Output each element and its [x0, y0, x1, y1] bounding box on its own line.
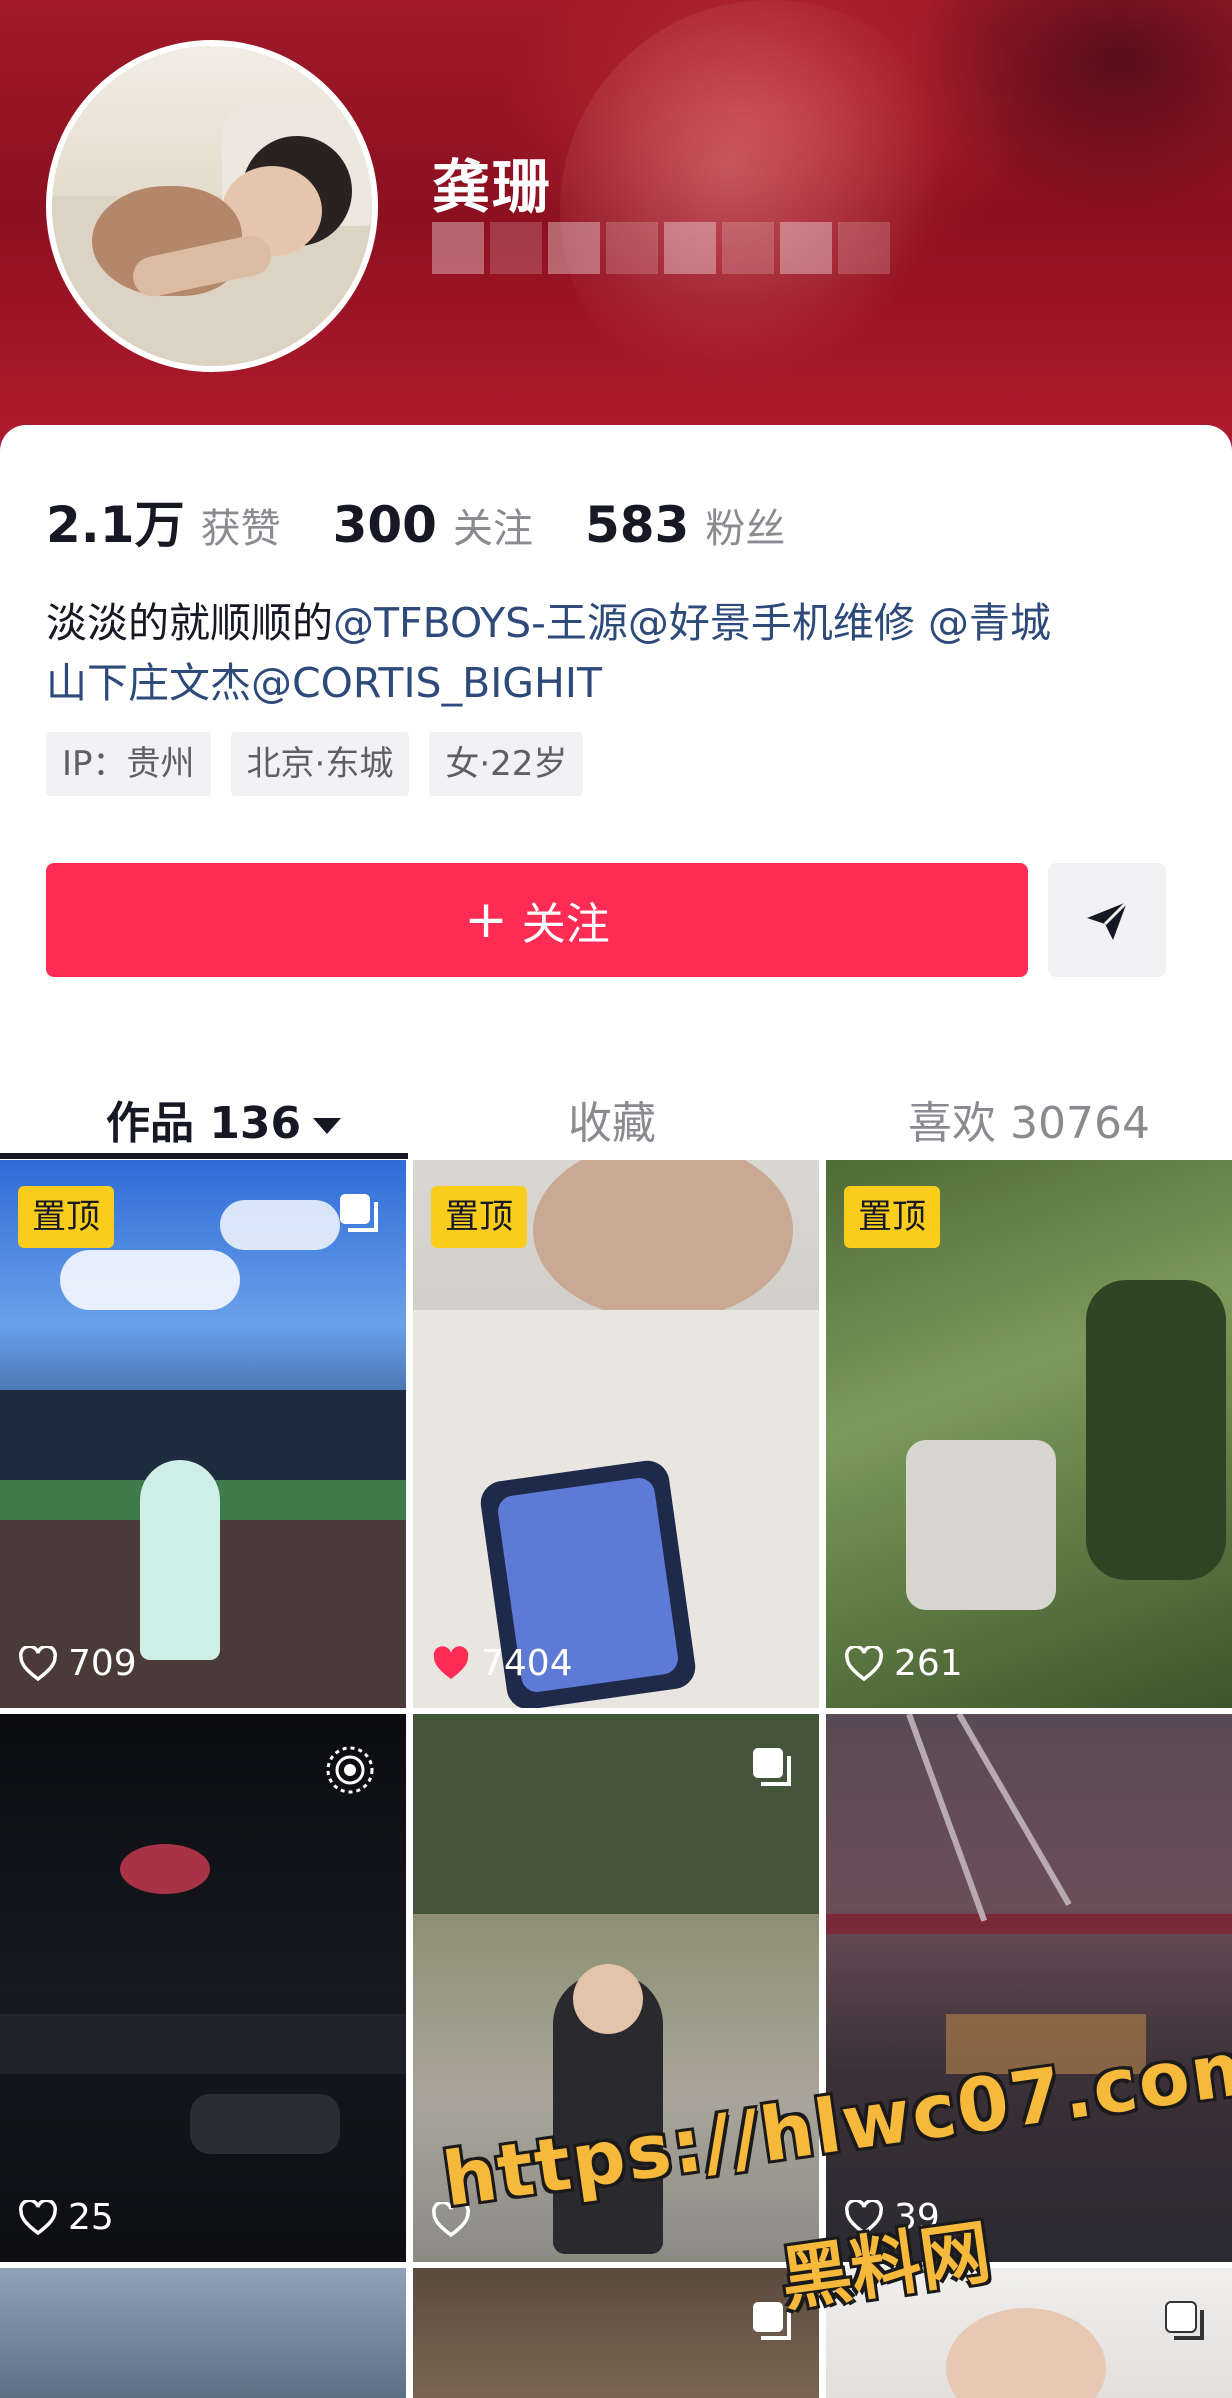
tag-gender-age: 女·22岁	[429, 732, 584, 796]
pinned-badge: 置顶	[431, 1186, 527, 1248]
tab-works[interactable]: 作品 136	[106, 1087, 342, 1151]
tag-location: 北京·东城	[230, 732, 410, 796]
follow-label: 关注	[521, 899, 610, 950]
stat-label: 关注	[452, 506, 533, 552]
caret-down-icon	[313, 1118, 342, 1134]
like-count-value: 7404	[481, 1643, 573, 1684]
blurred-user-id	[432, 222, 932, 274]
follow-button[interactable]: + 关注	[46, 863, 1028, 977]
heart-icon	[19, 1645, 57, 1681]
stat-followers[interactable]: 583 粉丝	[585, 496, 785, 554]
profile-bio: 淡淡的就顺顺的@TFBOYS-王源@好景手机维修 @青城 山下庄文杰@CORTI…	[46, 593, 1196, 713]
like-count-value: 261	[894, 1643, 963, 1684]
like-count: 261	[844, 1643, 963, 1684]
video-thumbnail[interactable]: 39	[826, 1714, 1232, 2262]
video-thumbnail[interactable]: 置顶 7404	[413, 1160, 819, 1708]
avatar[interactable]	[46, 40, 378, 372]
nickname: 龚珊	[432, 153, 553, 221]
stat-value: 2.1万	[46, 496, 185, 554]
tab-active-underline	[0, 1153, 408, 1159]
tab-works-label: 作品 136	[106, 1098, 302, 1149]
stat-value: 300	[332, 496, 437, 554]
video-thumbnail[interactable]: 置顶 261	[826, 1160, 1232, 1708]
like-count: 7404	[431, 1643, 573, 1684]
multi-image-icon	[340, 1194, 378, 1232]
multi-image-icon	[753, 1748, 791, 1786]
video-thumbnail[interactable]	[413, 2268, 819, 2398]
face-figure	[533, 1160, 793, 1320]
share-arrow-icon	[1087, 900, 1129, 940]
tab-favorites[interactable]: 收藏	[568, 1087, 656, 1151]
profile-stats: 2.1万 获赞 300 关注 583 粉丝	[46, 485, 837, 557]
bio-mentions-line-2[interactable]: 山下庄文杰@CORTIS_BIGHIT	[46, 659, 602, 707]
pinned-badge: 置顶	[18, 1186, 114, 1248]
heart-icon	[19, 2199, 57, 2235]
like-count: 709	[18, 1643, 137, 1684]
profile-tags: IP：贵州 北京·东城 女·22岁	[46, 732, 603, 796]
stat-label: 获赞	[200, 506, 281, 552]
stat-label: 粉丝	[705, 506, 786, 552]
like-count-value: 709	[68, 1643, 137, 1684]
video-thumbnail[interactable]	[0, 2268, 406, 2398]
live-icon	[326, 1746, 374, 1794]
share-button[interactable]	[1048, 863, 1166, 977]
person-figure	[140, 1460, 220, 1660]
bio-mentions-line-1[interactable]: @TFBOYS-王源@好景手机维修 @青城	[333, 599, 1051, 647]
pinned-badge: 置顶	[844, 1186, 940, 1248]
stat-value: 583	[584, 496, 690, 554]
multi-image-icon	[1165, 2301, 1204, 2340]
bio-text: 淡淡的就顺顺的	[46, 599, 333, 647]
cover-decoration	[560, 0, 980, 420]
tab-liked[interactable]: 喜欢 30764	[908, 1087, 1150, 1151]
tag-ip: IP：贵州	[46, 732, 211, 796]
like-count-value: 25	[68, 2197, 114, 2238]
stat-likes[interactable]: 2.1万 获赞	[46, 485, 281, 557]
heart-icon	[845, 1645, 883, 1681]
video-thumbnail[interactable]: 置顶 709	[0, 1160, 406, 1708]
heart-icon	[433, 1645, 469, 1679]
stat-following[interactable]: 300 关注	[333, 496, 533, 554]
like-count: 25	[18, 2197, 114, 2238]
plus-icon: +	[464, 890, 508, 950]
video-thumbnail[interactable]: 25	[0, 1714, 406, 2262]
